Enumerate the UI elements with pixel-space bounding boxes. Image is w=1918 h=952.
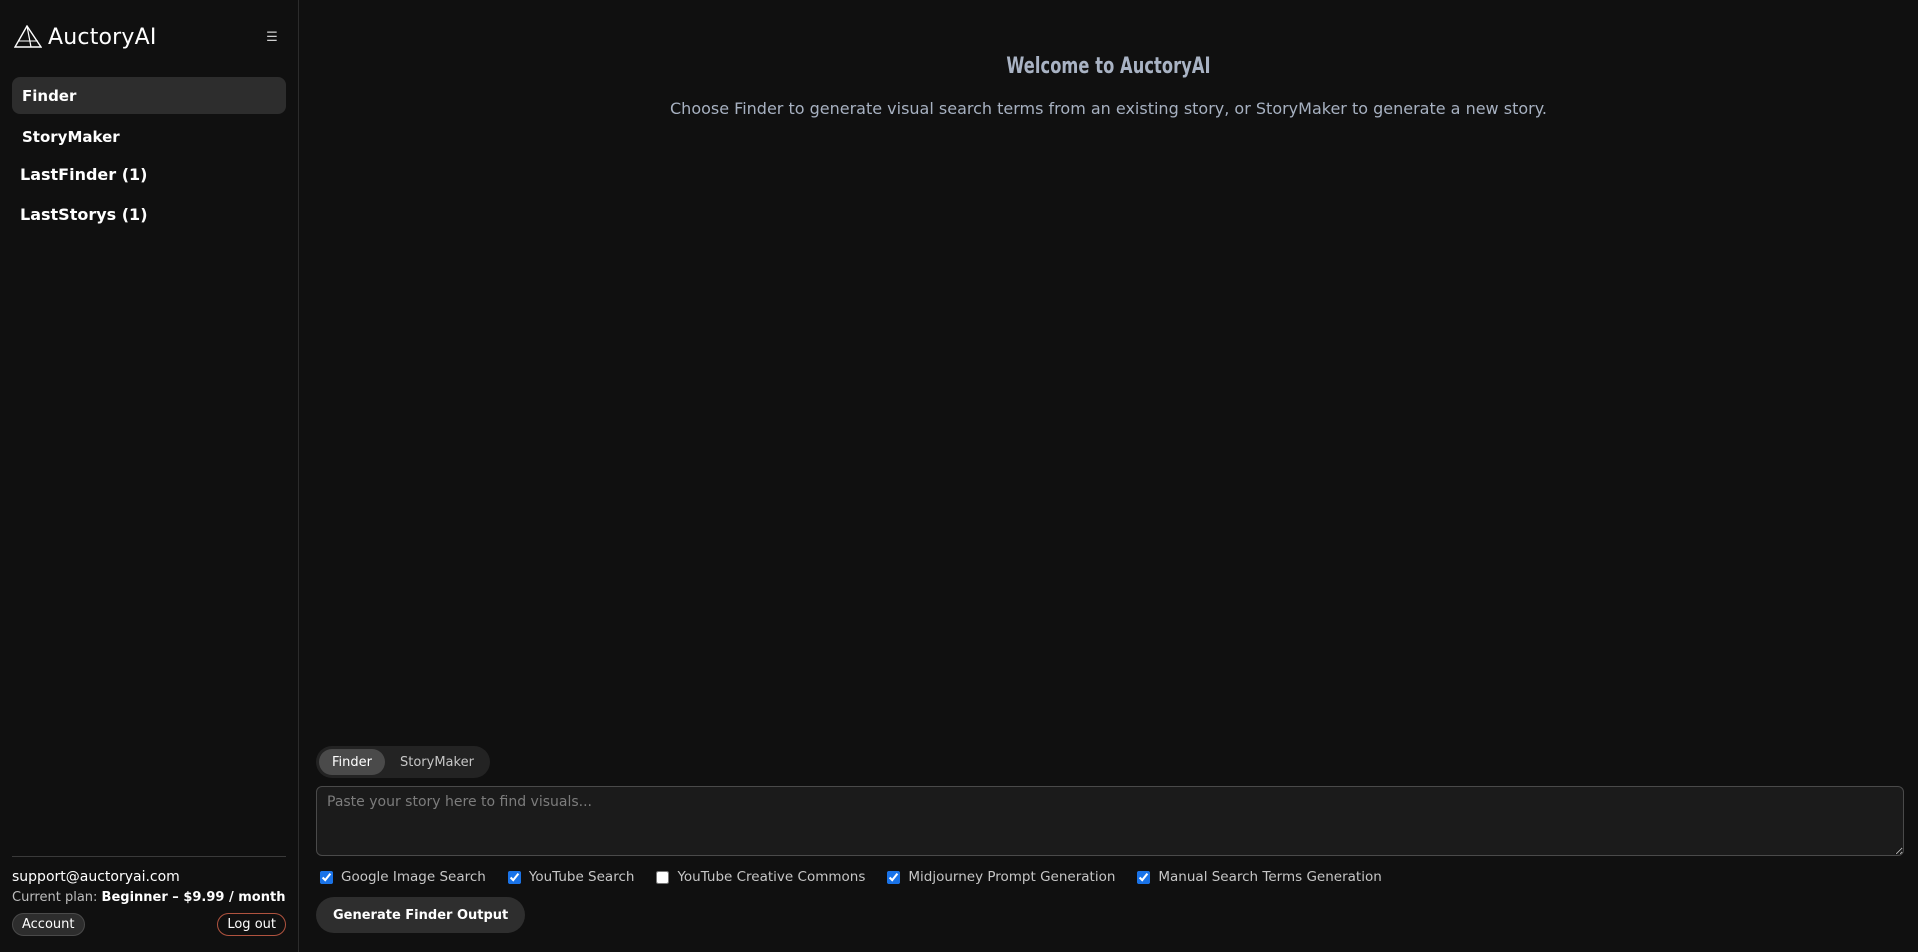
option-label: YouTube Creative Commons <box>677 869 866 885</box>
manual-search-terms-checkbox[interactable] <box>1137 870 1151 884</box>
mode-storymaker-button[interactable]: StoryMaker <box>387 749 487 775</box>
midjourney-prompt-checkbox[interactable] <box>887 870 901 884</box>
composer: Finder StoryMaker Google Image Search Yo… <box>316 746 1904 933</box>
option-google-image-search[interactable]: Google Image Search <box>316 869 486 885</box>
option-midjourney-prompt[interactable]: Midjourney Prompt Generation <box>883 869 1115 885</box>
account-button[interactable]: Account <box>12 913 85 936</box>
option-label: Manual Search Terms Generation <box>1158 869 1382 885</box>
plan-prefix: Current plan: <box>12 890 102 905</box>
sidebar-nav: Finder StoryMaker <box>12 77 286 155</box>
option-manual-search-terms[interactable]: Manual Search Terms Generation <box>1133 869 1382 885</box>
page-title: Welcome to AuctoryAI <box>1006 54 1211 79</box>
options-row: Google Image Search YouTube Search YouTu… <box>316 869 1904 885</box>
page-subtitle: Choose Finder to generate visual search … <box>670 99 1547 118</box>
story-input[interactable] <box>316 786 1904 856</box>
mode-toggle: Finder StoryMaker <box>316 746 490 778</box>
sidebar-item-finder[interactable]: Finder <box>12 77 286 114</box>
support-email: support@auctoryai.com <box>12 869 180 885</box>
brand-header: AuctoryAI ☰ <box>12 0 286 74</box>
sidebar-item-storymaker[interactable]: StoryMaker <box>12 118 286 155</box>
sidebar-footer: support@auctoryai.com Current plan: Begi… <box>12 856 286 936</box>
sidebar-item-laststorys[interactable]: LastStorys (1) <box>12 195 286 233</box>
option-label: Google Image Search <box>341 869 486 885</box>
plan-name: Beginner – $9.99 / month <box>101 890 286 905</box>
brand-logo[interactable]: AuctoryAI <box>14 25 157 50</box>
option-youtube-search[interactable]: YouTube Search <box>504 869 635 885</box>
google-image-search-checkbox[interactable] <box>320 870 333 884</box>
hamburger-menu-icon[interactable]: ☰ <box>264 31 280 44</box>
logout-button[interactable]: Log out <box>217 913 286 936</box>
current-plan: Current plan: Beginner – $9.99 / month <box>12 890 286 905</box>
mode-finder-button[interactable]: Finder <box>319 749 385 775</box>
youtube-creative-commons-checkbox[interactable] <box>656 870 670 884</box>
option-youtube-creative-commons[interactable]: YouTube Creative Commons <box>652 869 865 885</box>
brand-name: AuctoryAI <box>48 24 157 50</box>
main-content: Welcome to AuctoryAI Choose Finder to ge… <box>299 0 1918 952</box>
sidebar-history: LastFinder (1) LastStorys (1) <box>12 155 286 233</box>
generate-finder-output-button[interactable]: Generate Finder Output <box>316 897 526 933</box>
sidebar: AuctoryAI ☰ Finder StoryMaker LastFinder… <box>0 0 299 952</box>
youtube-search-checkbox[interactable] <box>507 870 521 884</box>
sidebar-item-lastfinder[interactable]: LastFinder (1) <box>12 155 286 193</box>
app-root: AuctoryAI ☰ Finder StoryMaker LastFinder… <box>0 0 1918 952</box>
footer-actions: Account Log out <box>12 913 286 936</box>
pyramid-logo-icon <box>14 25 42 49</box>
welcome-section: Welcome to AuctoryAI Choose Finder to ge… <box>299 54 1918 118</box>
option-label: Midjourney Prompt Generation <box>908 869 1116 885</box>
option-label: YouTube Search <box>528 869 635 885</box>
